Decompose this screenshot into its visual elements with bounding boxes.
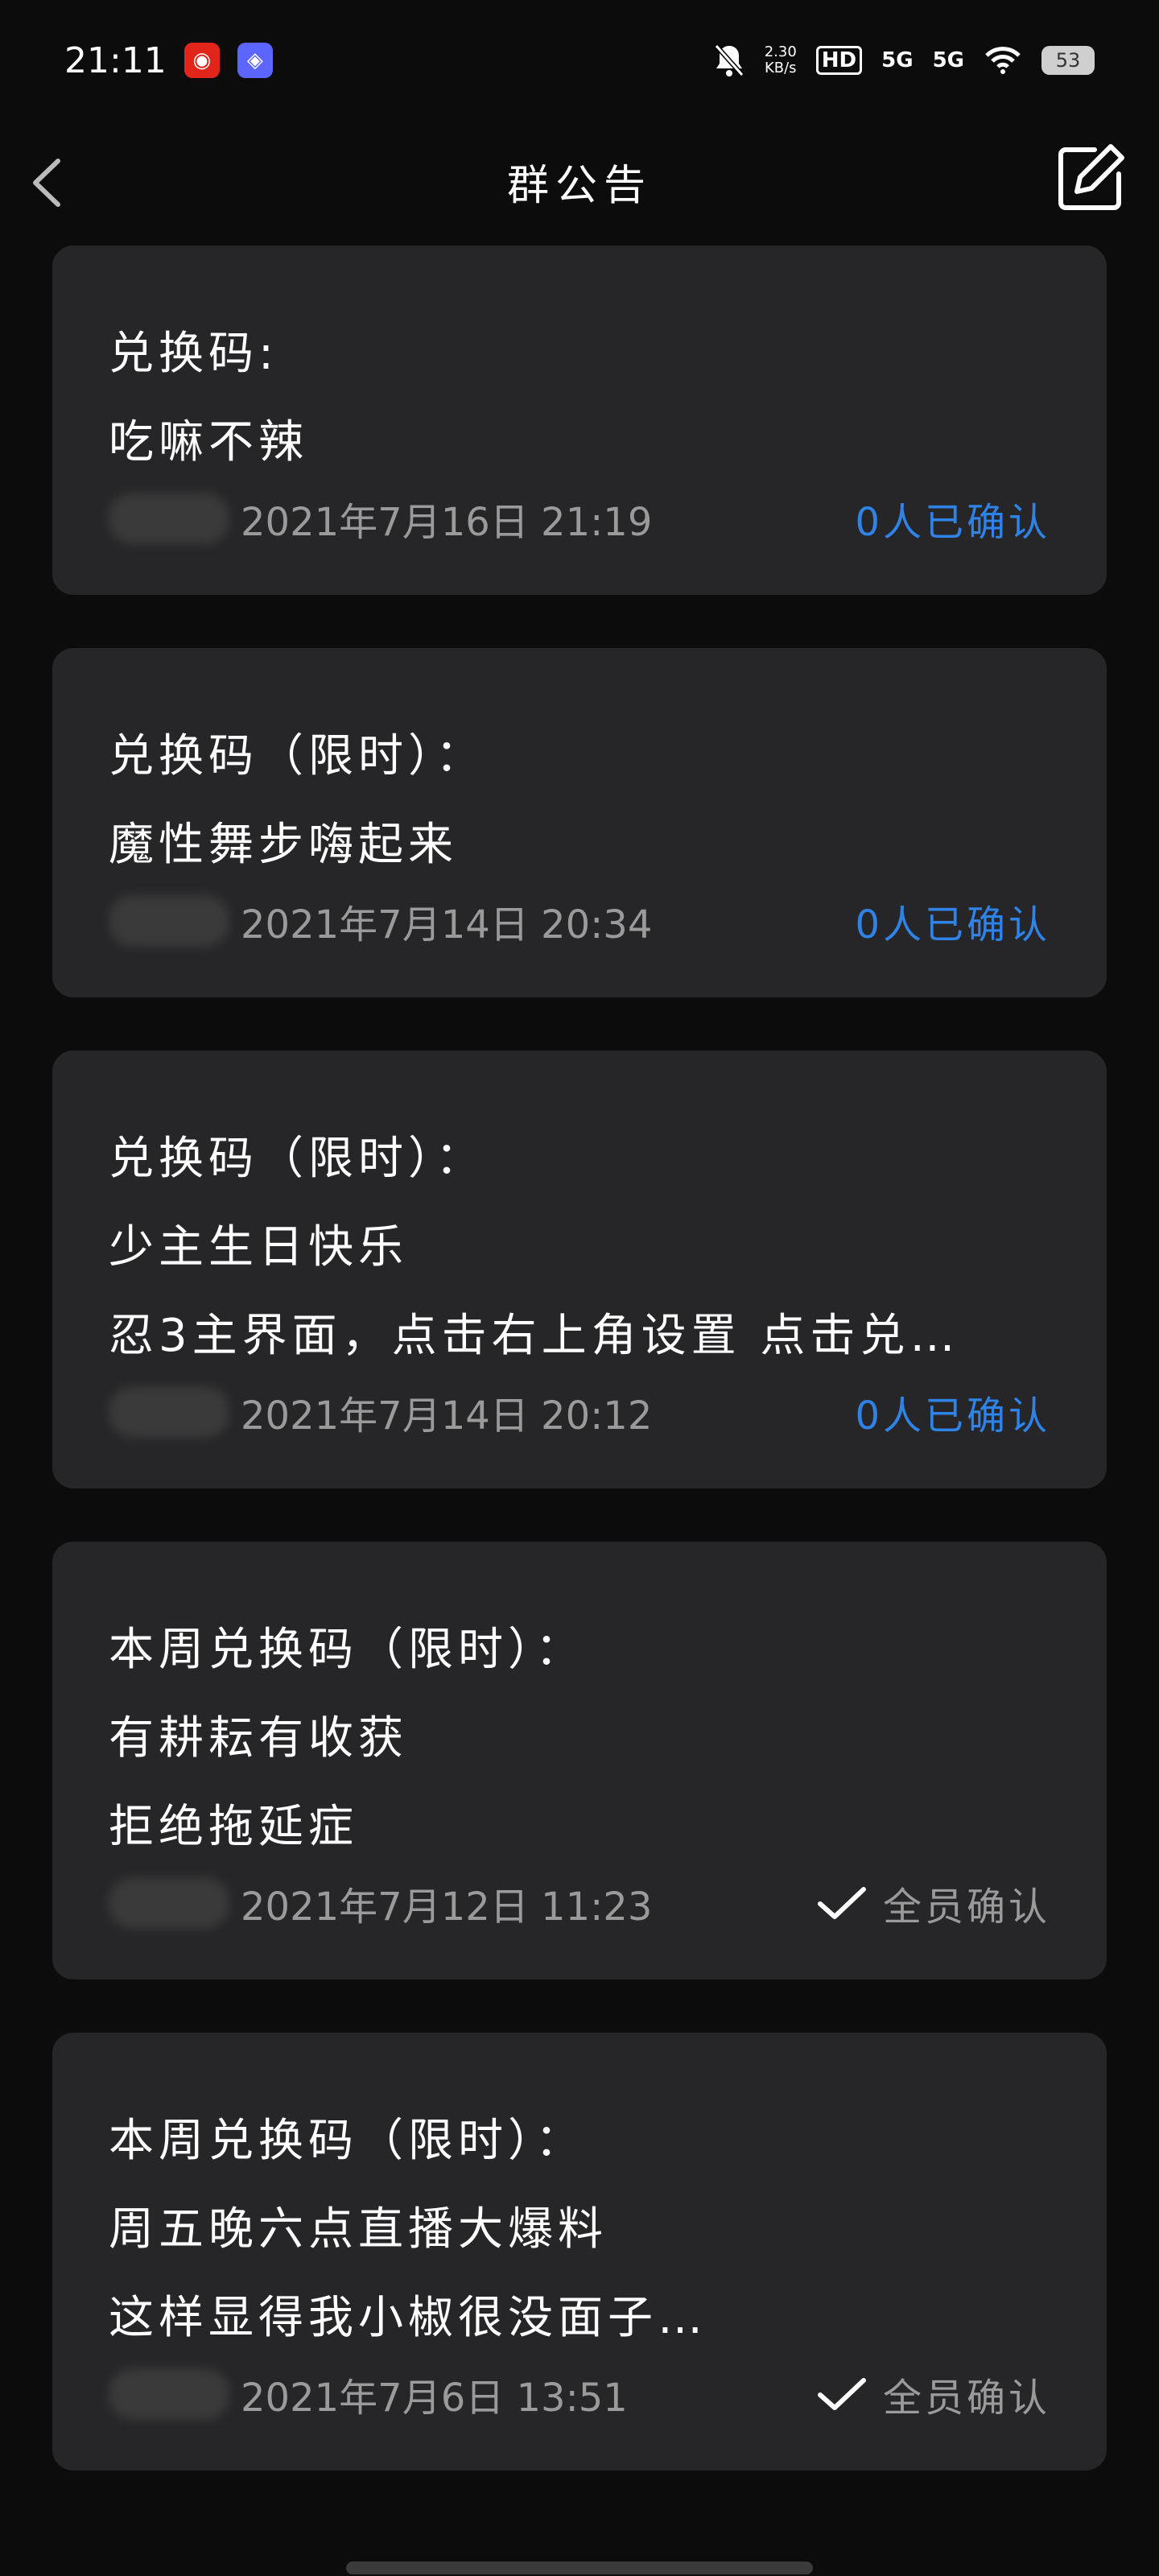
announcement-card[interactable]: 兑换码（限时）： 魔性舞步嗨起来 2021年7月14日 20:34 0人已确认: [52, 648, 1107, 997]
home-indicator[interactable]: [346, 2562, 813, 2574]
network-speed: 2.30 KB/s: [765, 44, 797, 76]
meta-left: 2021年7月14日 20:34: [109, 893, 652, 949]
page-title: 群公告: [506, 161, 652, 210]
avatar: [109, 895, 229, 947]
announcement-line: 忍3主界面，点击右上角设置 点击兑…: [109, 1310, 960, 1362]
meta-left: 2021年7月12日 11:23: [109, 1875, 652, 1931]
announcement-line: 兑换码:: [109, 328, 278, 380]
signal-5g-2: 5G: [932, 48, 964, 72]
app-icon: ◈: [237, 43, 273, 78]
signal-5g-1: 5G: [881, 48, 914, 72]
announcement-date: 2021年7月6日 13:51: [241, 2376, 628, 2421]
announcement-card[interactable]: 兑换码（限时）： 少主生日快乐 忍3主界面，点击右上角设置 点击兑… 2021年…: [52, 1051, 1107, 1488]
hd-badge: HD: [815, 46, 863, 75]
avatar: [109, 1877, 229, 1929]
status-time: 21:11: [64, 39, 167, 81]
confirm-status[interactable]: 0人已确认: [855, 490, 1050, 547]
announcement-date: 2021年7月14日 20:34: [241, 902, 653, 947]
announcement-list: 兑换码: 吃嘛不辣 2021年7月16日 21:19 0人已确认 兑换码（限时）…: [52, 246, 1107, 2524]
confirm-status[interactable]: 0人已确认: [855, 1384, 1050, 1440]
announcement-meta: 2021年7月12日 11:23 全员确认: [109, 1867, 1050, 1939]
announcement-line: 有耕耘有收获: [109, 1712, 408, 1765]
status-right: 2.30 KB/s HD 5G 5G 53: [713, 43, 1095, 78]
battery-icon: 53: [1041, 46, 1095, 75]
netease-music-icon: ◉: [184, 43, 220, 78]
all-confirmed-status: 全员确认: [817, 1875, 1050, 1931]
meta-left: 2021年7月16日 21:19: [109, 490, 652, 547]
announcement-line: 兑换码（限时）：: [109, 730, 485, 782]
announcement-line: 这样显得我小椒很没面子…: [109, 2292, 707, 2344]
check-icon: [817, 2378, 866, 2410]
status-left: 21:11 ◉ ◈: [64, 40, 273, 81]
mute-bell-icon: [714, 44, 744, 76]
confirm-status[interactable]: 0人已确认: [855, 893, 1050, 949]
nav-bar: 群公告: [0, 121, 1159, 242]
edit-icon[interactable]: [1054, 142, 1127, 214]
avatar: [109, 493, 229, 544]
check-icon: [817, 1887, 866, 1919]
all-confirmed-label: 全员确认: [882, 1885, 1050, 1930]
all-confirmed-label: 全员确认: [882, 2376, 1050, 2421]
avatar: [109, 1386, 229, 1438]
announcement-date: 2021年7月16日 21:19: [241, 500, 653, 545]
announcement-meta: 2021年7月6日 13:51 全员确认: [109, 2358, 1050, 2430]
announcement-line: 兑换码（限时）：: [109, 1133, 485, 1185]
network-speed-unit: KB/s: [764, 60, 797, 76]
announcement-line: 本周兑换码（限时）：: [109, 2115, 585, 2167]
announcement-card[interactable]: 本周兑换码（限时）： 周五晚六点直播大爆料 这样显得我小椒很没面子… 2021年…: [52, 2033, 1107, 2471]
announcement-card[interactable]: 本周兑换码（限时）： 有耕耘有收获 拒绝拖延症 2021年7月12日 11:23…: [52, 1542, 1107, 1979]
all-confirmed-status: 全员确认: [817, 2366, 1050, 2422]
announcement-line: 周五晚六点直播大爆料: [109, 2203, 608, 2256]
announcement-meta: 2021年7月14日 20:12 0人已确认: [109, 1376, 1050, 1448]
announcement-line: 吃嘛不辣: [109, 416, 308, 469]
announcement-card[interactable]: 兑换码: 吃嘛不辣 2021年7月16日 21:19 0人已确认: [52, 246, 1107, 595]
announcement-line: 少主生日快乐: [109, 1221, 408, 1274]
meta-left: 2021年7月6日 13:51: [109, 2366, 628, 2422]
announcement-meta: 2021年7月14日 20:34 0人已确认: [109, 885, 1050, 957]
announcement-line: 魔性舞步嗨起来: [109, 819, 458, 871]
announcement-line: 拒绝拖延症: [109, 1801, 358, 1853]
network-speed-value: 2.30: [764, 43, 797, 60]
chevron-left-icon[interactable]: [24, 155, 72, 211]
announcement-date: 2021年7月14日 20:12: [241, 1393, 653, 1439]
wifi-icon: [985, 47, 1021, 74]
meta-left: 2021年7月14日 20:12: [109, 1384, 652, 1440]
announcement-line: 本周兑换码（限时）：: [109, 1624, 585, 1676]
avatar: [109, 2368, 229, 2420]
announcement-date: 2021年7月12日 11:23: [241, 1885, 653, 1930]
status-bar: 21:11 ◉ ◈ 2.30 KB/s HD 5G 5G 53: [0, 0, 1159, 121]
announcement-meta: 2021年7月16日 21:19 0人已确认: [109, 482, 1050, 555]
